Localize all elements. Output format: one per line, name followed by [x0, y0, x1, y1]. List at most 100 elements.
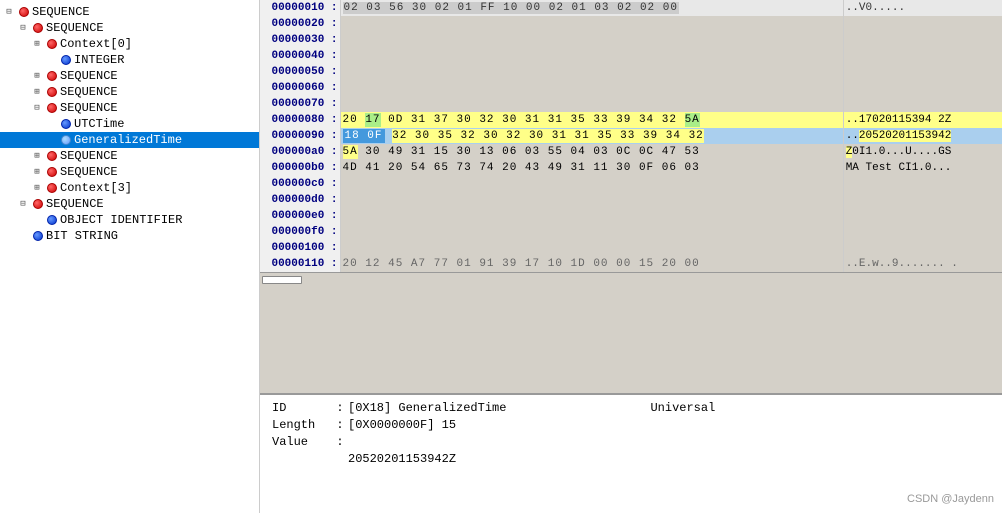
- hex-bytes-c0: [340, 176, 843, 192]
- dot-red-ctx0: [47, 39, 57, 49]
- label-seq2: SEQUENCE: [46, 21, 104, 35]
- dot-red-seq4: [47, 87, 57, 97]
- label-seq7: SEQUENCE: [60, 165, 118, 179]
- tree-item-gtime[interactable]: ⊞ GeneralizedTime: [0, 132, 259, 148]
- hex-row-10: 00000010 : 02 03 56 30 02 01 FF 10 00 02…: [260, 0, 1002, 16]
- label-gtime: GeneralizedTime: [74, 133, 182, 147]
- hex-bytes-100: [340, 240, 843, 256]
- tree-item-seq8[interactable]: ⊟ SEQUENCE: [0, 196, 259, 212]
- label-seq6: SEQUENCE: [60, 149, 118, 163]
- hex-bytes-b0: 4D 41 20 54 65 73 74 20 43 49 31 11 30 0…: [340, 160, 843, 176]
- hex-row-60: 00000060 :: [260, 80, 1002, 96]
- info-length-row: Length : [0X0000000F] 15: [272, 418, 990, 432]
- info-value-key: Value: [272, 435, 332, 449]
- label-int1: INTEGER: [74, 53, 124, 67]
- label-seq8: SEQUENCE: [46, 197, 104, 211]
- hex-bytes-70: [340, 96, 843, 112]
- hex-row-20: 00000020 :: [260, 16, 1002, 32]
- label-bstr: BIT STRING: [46, 229, 118, 243]
- tree-item-seq3[interactable]: ⊞ SEQUENCE: [0, 68, 259, 84]
- tree-panel: ⊟ SEQUENCE ⊟ SEQUENCE ⊞ Context[0] ⊞ INT…: [0, 0, 260, 513]
- hex-panel: 00000010 : 02 03 56 30 02 01 FF 10 00 02…: [260, 0, 1002, 393]
- expander-seq8[interactable]: ⊟: [16, 197, 30, 211]
- label-ctx0: Context[0]: [60, 37, 132, 51]
- hex-bytes-110: 20 12 45 A7 77 01 91 39 17 10 1D 00 00 1…: [340, 256, 843, 272]
- hex-bytes-a0: 5A 30 49 31 15 30 13 06 03 55 04 03 0C 0…: [340, 144, 843, 160]
- info-length-key: Length: [272, 418, 332, 432]
- hex-addr-50: 00000050 :: [260, 64, 340, 80]
- hex-row-f0: 000000f0 :: [260, 224, 1002, 240]
- watermark: CSDN @Jaydenn: [907, 493, 994, 505]
- dot-red-ctx3: [47, 183, 57, 193]
- tree-item-seq2[interactable]: ⊟ SEQUENCE: [0, 20, 259, 36]
- hex-ascii-20: [843, 16, 1002, 32]
- hex-addr-40: 00000040 :: [260, 48, 340, 64]
- hex-addr-90: 00000090 :: [260, 128, 340, 144]
- tree-item-ctx0[interactable]: ⊞ Context[0]: [0, 36, 259, 52]
- hex-row-100: 00000100 :: [260, 240, 1002, 256]
- tree-item-bstr[interactable]: ⊞ BIT STRING: [0, 228, 259, 244]
- dot-red-seq3: [47, 71, 57, 81]
- info-length-sep: :: [332, 418, 348, 432]
- expander-ctx0[interactable]: ⊞: [30, 37, 44, 51]
- info-value-data: 20520201153942Z: [348, 452, 990, 466]
- hex-bytes-20: [340, 16, 843, 32]
- hex-row-30: 00000030 :: [260, 32, 1002, 48]
- hex-row-90: 00000090 : 18 0F 32 30 35 32 30 32 30 31…: [260, 128, 1002, 144]
- hex-addr-20: 00000020 :: [260, 16, 340, 32]
- hex-bytes-40: [340, 48, 843, 64]
- info-id-key: ID: [272, 401, 332, 415]
- label-seq1: SEQUENCE: [32, 5, 90, 19]
- hex-ascii-b0: MA Test CI1.0...: [843, 160, 1002, 176]
- hex-bytes-d0: [340, 192, 843, 208]
- hex-bytes-90: 18 0F 32 30 35 32 30 32 30 31 31 35 33 3…: [340, 128, 843, 144]
- label-seq5: SEQUENCE: [60, 101, 118, 115]
- tree-item-seq1[interactable]: ⊟ SEQUENCE: [0, 4, 259, 20]
- hex-row-70: 00000070 :: [260, 96, 1002, 112]
- tree-item-ctx3[interactable]: ⊞ Context[3]: [0, 180, 259, 196]
- hex-bytes-50: [340, 64, 843, 80]
- label-oid: OBJECT IDENTIFIER: [60, 213, 182, 227]
- hex-row-110: 00000110 : 20 12 45 A7 77 01 91 39 17 10…: [260, 256, 1002, 272]
- hex-addr-d0: 000000d0 :: [260, 192, 340, 208]
- expander-seq6[interactable]: ⊞: [30, 149, 44, 163]
- dot-red-seq7: [47, 167, 57, 177]
- hex-addr-110: 00000110 :: [260, 256, 340, 272]
- tree-item-seq7[interactable]: ⊞ SEQUENCE: [0, 164, 259, 180]
- label-seq3: SEQUENCE: [60, 69, 118, 83]
- tree-item-seq4[interactable]: ⊞ SEQUENCE: [0, 84, 259, 100]
- hex-ascii-80: ..17020115394 2Z: [843, 112, 1002, 128]
- scrollbar-thumb[interactable]: [262, 276, 302, 284]
- dot-red-seq1: [19, 7, 29, 17]
- tree-item-int1[interactable]: ⊞ INTEGER: [0, 52, 259, 68]
- expander-ctx3[interactable]: ⊞: [30, 181, 44, 195]
- expander-seq4[interactable]: ⊞: [30, 85, 44, 99]
- hex-bytes-30: [340, 32, 843, 48]
- hex-table: 00000010 : 02 03 56 30 02 01 FF 10 00 02…: [260, 0, 1002, 272]
- hex-bytes-f0: [340, 224, 843, 240]
- expander-seq1[interactable]: ⊟: [2, 5, 16, 19]
- hex-ascii-10: ..V0.....: [843, 0, 1002, 16]
- dot-red-seq5: [47, 103, 57, 113]
- hex-ascii-a0: Z0I1.0...U....GS: [843, 144, 1002, 160]
- tree-item-seq5[interactable]: ⊟ SEQUENCE: [0, 100, 259, 116]
- tree-item-seq6[interactable]: ⊞ SEQUENCE: [0, 148, 259, 164]
- hex-row-80: 00000080 : 20 17 0D 31 37 30 32 30 31 31…: [260, 112, 1002, 128]
- expander-seq5[interactable]: ⊟: [30, 101, 44, 115]
- dot-red-seq8: [33, 199, 43, 209]
- hex-bytes-60: [340, 80, 843, 96]
- hex-ascii-60: [843, 80, 1002, 96]
- tree-item-utc[interactable]: ⊞ UTCTime: [0, 116, 259, 132]
- hex-addr-30: 00000030 :: [260, 32, 340, 48]
- hex-addr-70: 00000070 :: [260, 96, 340, 112]
- hex-ascii-f0: [843, 224, 1002, 240]
- tree-item-oid[interactable]: ⊞ OBJECT IDENTIFIER: [0, 212, 259, 228]
- dot-blue-bstr: [33, 231, 43, 241]
- hex-row-50: 00000050 :: [260, 64, 1002, 80]
- hex-addr-b0: 000000b0 :: [260, 160, 340, 176]
- hex-ascii-50: [843, 64, 1002, 80]
- hex-scrollbar[interactable]: [260, 272, 1002, 286]
- expander-seq7[interactable]: ⊞: [30, 165, 44, 179]
- expander-seq3[interactable]: ⊞: [30, 69, 44, 83]
- expander-seq2[interactable]: ⊟: [16, 21, 30, 35]
